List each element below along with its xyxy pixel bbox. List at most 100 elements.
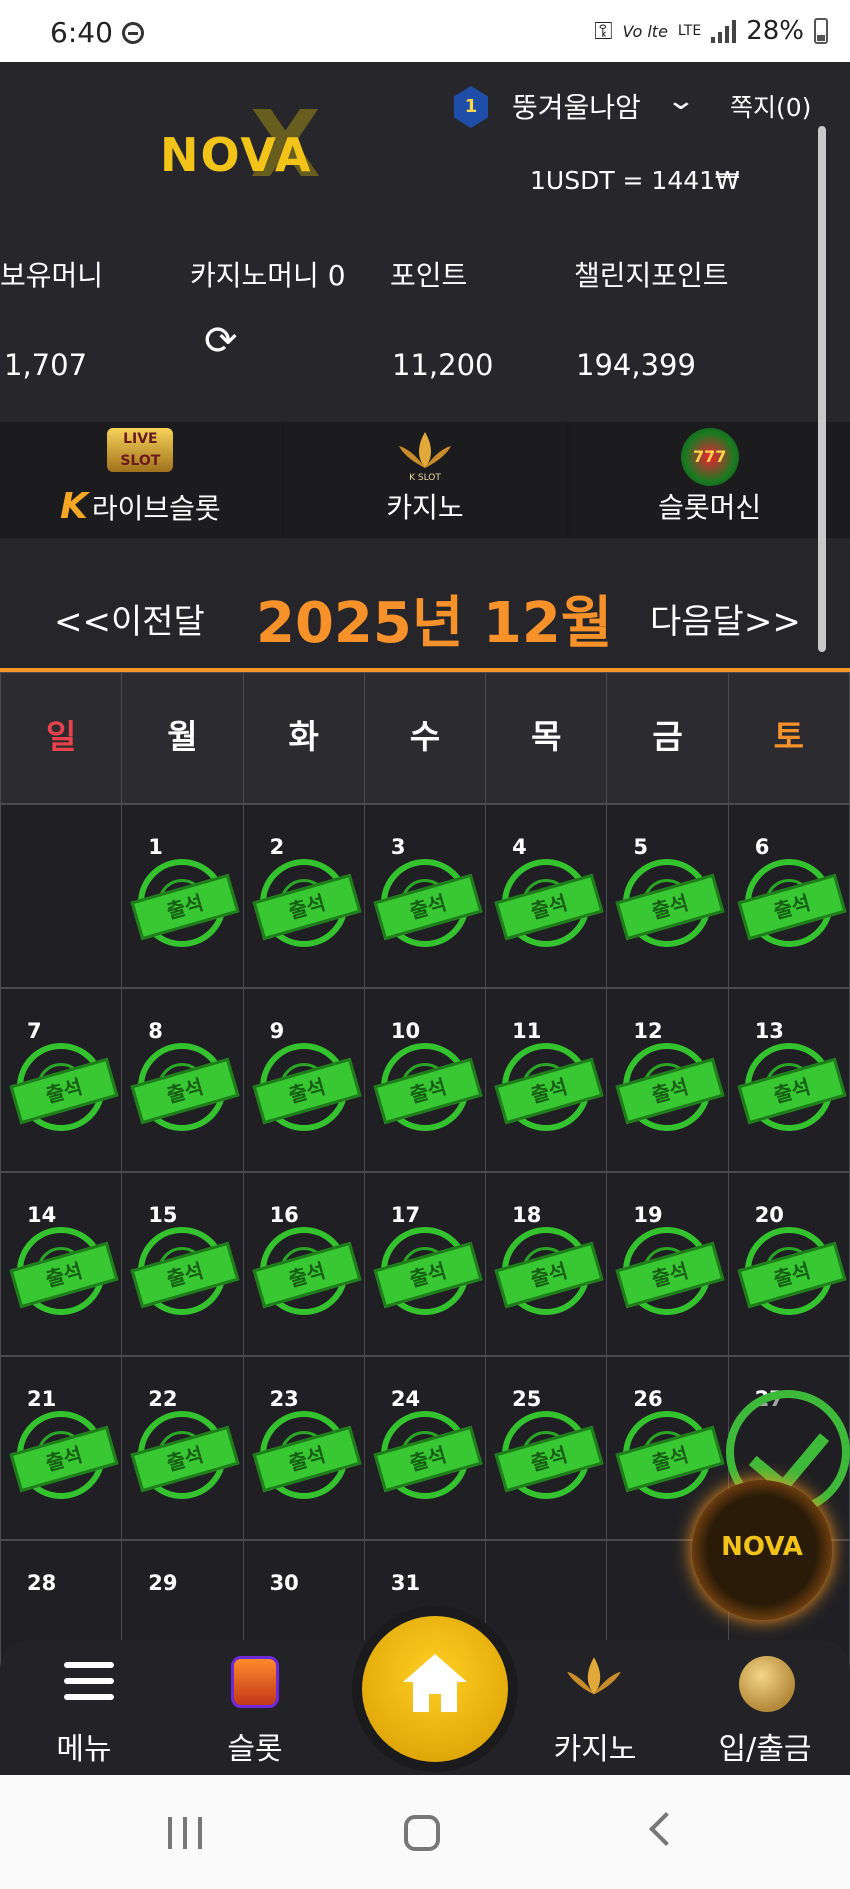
calendar-day-cell[interactable]: 1 출석	[122, 804, 244, 988]
calendar-day-cell[interactable]: 16 출석	[243, 1172, 365, 1356]
calendar-day-cell[interactable]: 15 출석	[122, 1172, 244, 1356]
calendar-day-cell[interactable]: 20 출석	[728, 1172, 850, 1356]
tab-slot-machine[interactable]: 777 슬롯머신	[569, 422, 850, 538]
calendar-day-cell[interactable]: 4 출석	[486, 804, 608, 988]
calendar-day-cell[interactable]: 7 출석	[0, 988, 123, 1172]
calendar-day-cell[interactable]: 23 출석	[243, 1356, 365, 1540]
calendar-day-cell[interactable]: 9 출석	[243, 988, 365, 1172]
back-icon[interactable]	[649, 1812, 683, 1846]
battery-icon	[814, 18, 828, 44]
messages-link[interactable]: 쪽지(0)	[730, 88, 811, 124]
calendar-day-cell[interactable]: 19 출석	[607, 1172, 729, 1356]
calendar-day-cell[interactable]: 2 출석	[243, 804, 365, 988]
android-home-icon[interactable]	[404, 1815, 440, 1851]
attendance-stamp-icon: 출석	[737, 1227, 847, 1315]
held-money-value: 1,707	[4, 348, 88, 382]
chevron-down-icon[interactable]: ⌄	[666, 86, 697, 116]
attendance-stamp-label: 출석	[9, 1425, 119, 1493]
calendar-day-cell[interactable]: 25 출석	[486, 1356, 608, 1540]
recent-apps-icon[interactable]	[168, 1817, 202, 1849]
day-number: 4	[512, 835, 527, 859]
attendance-stamp-label: 출석	[737, 873, 847, 941]
day-number: 22	[148, 1387, 178, 1411]
rank-badge-icon: 1	[454, 86, 488, 128]
k-slot-lotus-icon: K SLOT	[399, 432, 451, 483]
day-number: 24	[390, 1387, 421, 1411]
day-number: 13	[754, 1019, 784, 1043]
weekday-header: 금	[607, 672, 729, 804]
tab-live-slot-label: 라이브슬롯	[91, 492, 221, 525]
do-not-disturb-icon	[122, 22, 144, 44]
username[interactable]: 뚱겨울나암	[512, 86, 641, 126]
casino-lotus-icon	[567, 1657, 621, 1695]
attendance-stamp-icon: 출석	[130, 859, 240, 947]
challenge-point-value: 194,399	[576, 348, 696, 382]
calendar-day-cell[interactable]: 10 출석	[364, 988, 487, 1172]
attendance-stamp-label: 출석	[252, 1425, 362, 1493]
slots-777-icon: 777	[680, 428, 739, 486]
day-number: 21	[27, 1387, 57, 1411]
weekday-header: 수	[364, 672, 487, 804]
attendance-stamp-icon: 출석	[615, 859, 725, 947]
refresh-icon[interactable]: ⟳	[204, 318, 238, 364]
attendance-stamp-label: 출석	[494, 1241, 604, 1309]
nova-floating-button[interactable]: NOVA	[692, 1480, 832, 1620]
page-scrollbar[interactable]	[818, 126, 826, 652]
home-button[interactable]	[352, 1606, 518, 1772]
calendar-day-cell[interactable]: 5 출석	[607, 804, 729, 988]
attendance-stamp-icon: 출석	[130, 1043, 240, 1131]
home-icon	[403, 1654, 467, 1712]
calendar-day-cell[interactable]: 8 출석	[122, 988, 244, 1172]
attendance-stamp-icon: 출석	[737, 859, 847, 947]
attendance-stamp-icon: 출석	[9, 1043, 119, 1131]
tab-slot-machine-label: 슬롯머신	[658, 491, 762, 524]
attendance-stamp-label: 출석	[373, 1057, 483, 1125]
attendance-stamp-label: 출석	[615, 1057, 725, 1125]
attendance-stamp-label: 출석	[130, 1057, 240, 1125]
coins-icon	[739, 1656, 795, 1712]
day-number: 17	[390, 1203, 421, 1227]
weekday-header-row: 일월화수목금토	[0, 672, 850, 804]
battery-percent: 28%	[746, 16, 804, 46]
day-number: 19	[633, 1203, 663, 1227]
attendance-stamp-icon: 출석	[737, 1043, 847, 1131]
attendance-stamp-label: 출석	[494, 1057, 604, 1125]
calendar-day-cell[interactable]: 18 출석	[486, 1172, 608, 1356]
attendance-stamp-icon: 출석	[615, 1043, 725, 1131]
calendar-day-cell[interactable]: 22 출석	[122, 1356, 244, 1540]
next-month-button[interactable]: 다음달>>	[650, 594, 801, 643]
day-number: 3	[390, 835, 406, 859]
attendance-stamp-icon: 출석	[252, 859, 362, 947]
nova-logo[interactable]: X NOVA	[160, 99, 340, 191]
weekday-header: 토	[728, 672, 850, 804]
calendar-day-cell[interactable]: 12 출석	[607, 988, 729, 1172]
tab-live-slot[interactable]: LIVE SLOT K 라이브슬롯	[0, 422, 281, 538]
calendar-day-cell[interactable]: 21 출석	[0, 1356, 123, 1540]
attendance-stamp-icon: 출석	[252, 1227, 362, 1315]
android-navigation-bar	[0, 1775, 850, 1889]
calendar-day-cell[interactable]: 13 출석	[728, 988, 850, 1172]
attendance-stamp-label: 출석	[737, 1057, 847, 1125]
day-number: 15	[148, 1203, 178, 1227]
attendance-stamp-icon: 출석	[9, 1411, 119, 1499]
prev-month-button[interactable]: <<이전달	[54, 594, 205, 643]
tab-casino[interactable]: K SLOT 카지노	[284, 422, 566, 538]
month-navigation: <<이전달 2025년 12월 다음달>>	[0, 538, 850, 672]
weekday-header: 일	[0, 672, 123, 804]
calendar-day-cell[interactable]: 11 출석	[486, 988, 608, 1172]
calendar-day-cell[interactable]: 6 출석	[728, 804, 850, 988]
volte-icon: Vo lte	[622, 21, 668, 41]
calendar-day-cell[interactable]: 17 출석	[364, 1172, 487, 1356]
attendance-stamp-icon: 출석	[130, 1411, 240, 1499]
calendar-day-cell[interactable]: 14 출석	[0, 1172, 123, 1356]
day-number: 5	[633, 835, 649, 859]
attendance-stamp-label: 출석	[130, 1241, 240, 1309]
attendance-stamp-label: 출석	[737, 1241, 847, 1309]
calendar-day-cell[interactable]: 24 출석	[364, 1356, 487, 1540]
attendance-stamp-label: 출석	[130, 873, 240, 941]
day-number: 16	[269, 1203, 299, 1227]
day-number: 29	[148, 1571, 178, 1595]
calendar-day-cell[interactable]: 3 출석	[364, 804, 487, 988]
day-number: 18	[512, 1203, 542, 1227]
attendance-stamp-label: 출석	[252, 873, 362, 941]
